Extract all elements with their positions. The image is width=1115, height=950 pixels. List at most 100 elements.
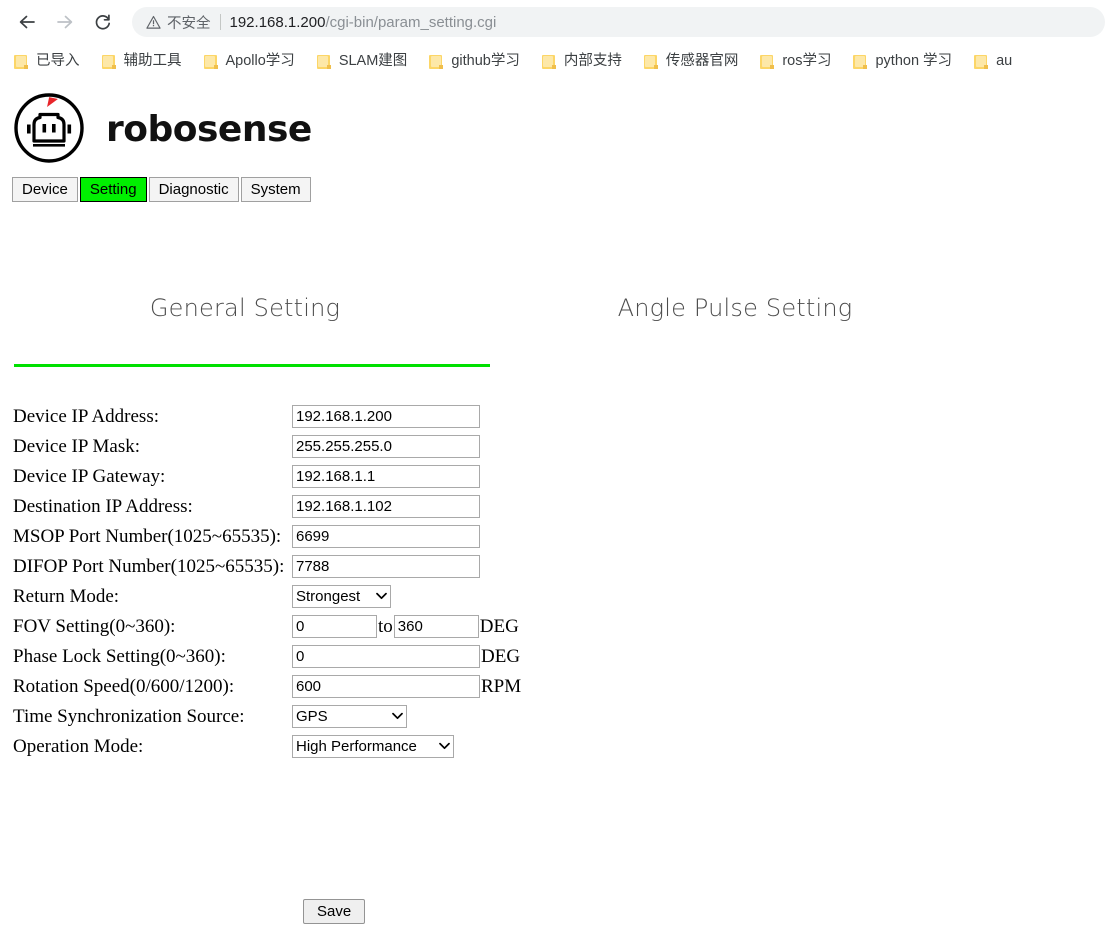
reload-button[interactable] [86,5,120,39]
bookmark-label: 辅助工具 [123,53,182,70]
device-gateway-input[interactable] [292,464,480,488]
time-sync-label: Time Synchronization Source: [13,705,245,727]
operation-mode-value: High Performance [296,737,417,755]
bookmark-item[interactable]: 内部支持 [541,49,630,75]
phase-lock-unit-label: DEG [481,645,521,667]
rotation-speed-unit-label: RPM [481,675,522,697]
bookmark-item[interactable]: 辅助工具 [101,49,190,75]
warning-triangle-icon [146,15,161,30]
bookmark-label: 内部支持 [563,53,622,70]
bookmark-label: SLAM建图 [338,53,408,70]
device-gateway-label: Device IP Gateway: [13,465,166,487]
difop-port-input[interactable] [292,554,480,578]
chevron-down-icon [392,712,403,720]
phase-lock-label: Phase Lock Setting(0~360): [13,645,226,667]
time-sync-select[interactable]: GPS [292,704,407,728]
bookmark-item[interactable]: 传感器官网 [643,49,747,75]
rotation-speed-input[interactable] [292,674,480,698]
omnibox-divider [219,14,221,30]
folder-icon [316,54,332,69]
url-path: /cgi-bin/param_setting.cgi [325,13,497,31]
tab-setting[interactable]: Setting [79,177,147,202]
bookmark-item[interactable]: SLAM建图 [316,49,416,75]
folder-icon [974,54,989,69]
form-row-phase-lock: Phase Lock Setting(0~360): DEG [0,641,1115,671]
bookmark-label: 已导入 [36,53,80,70]
tab-device[interactable]: Device [12,177,78,202]
forward-button[interactable] [48,5,82,39]
form-row-msop-port: MSOP Port Number(1025~65535): [0,521,1115,551]
device-mask-input[interactable] [292,434,480,458]
bookmark-label: 传感器官网 [665,53,739,70]
section-active-underline [14,364,490,367]
form-row-device-gateway: Device IP Gateway: [0,461,1115,491]
form-row-return-mode: Return Mode: Strongest [0,581,1115,611]
fov-label: FOV Setting(0~360): [13,615,176,637]
form-row-operation-mode: Operation Mode: High Performance [0,731,1115,761]
form-row-destination-ip: Destination IP Address: [0,491,1115,521]
form-row-fov: FOV Setting(0~360): to DEG [0,611,1115,641]
operation-mode-label: Operation Mode: [13,735,144,757]
fov-to-label: to [378,615,393,637]
return-mode-select[interactable]: Strongest [292,584,391,608]
browser-toolbar: 不安全 192.168.1.200/cgi-bin/param_setting.… [0,0,1115,44]
security-status-label: 不安全 [167,15,211,32]
folder-icon [101,54,117,69]
tab-system[interactable]: System [240,177,311,202]
fov-start-input[interactable] [292,614,377,638]
page-content: robosense Device Setting Diagnostic Syst… [0,79,1115,949]
form-row-difop-port: DIFOP Port Number(1025~65535): [0,551,1115,581]
forward-arrow-icon [55,12,75,32]
address-bar[interactable]: 不安全 192.168.1.200/cgi-bin/param_setting.… [132,7,1105,37]
bookmark-item-truncated[interactable]: au [974,49,1020,75]
main-nav-tabs: Device Setting Diagnostic System [12,177,313,202]
return-mode-value: Strongest [296,587,361,605]
destination-ip-label: Destination IP Address: [13,495,193,517]
back-arrow-icon [17,12,37,32]
bookmark-item[interactable]: 已导入 [14,49,88,75]
folder-icon [853,54,868,69]
bookmark-label: ros学习 [782,53,832,70]
form-row-time-sync: Time Synchronization Source: GPS [0,701,1115,731]
bookmark-label: python 学习 [875,53,953,70]
bookmarks-bar: 已导入 辅助工具 Apollo学习 SLAM建图 github学习 内部支持 传… [0,44,1115,79]
operation-mode-select[interactable]: High Performance [292,734,454,758]
bookmark-item[interactable]: github学习 [429,49,528,75]
form-row-rotation-speed: Rotation Speed(0/600/1200): RPM [0,671,1115,701]
folder-icon [643,54,659,69]
url-host: 192.168.1.200 [229,13,326,31]
difop-port-label: DIFOP Port Number(1025~65535): [13,555,285,577]
bookmark-label: github学习 [451,53,520,70]
bookmark-item[interactable]: ros学习 [760,49,839,75]
fov-unit-label: DEG [479,615,519,637]
bookmark-item[interactable]: Apollo学习 [203,49,303,75]
section-tab-general-setting[interactable]: General Setting [0,294,490,322]
url-text: 192.168.1.200/cgi-bin/param_setting.cgi [230,14,497,31]
bookmark-item[interactable]: python 学习 [853,49,960,75]
folder-icon [541,54,557,69]
phase-lock-input[interactable] [292,644,480,668]
device-mask-label: Device IP Mask: [13,435,140,457]
folder-icon [760,54,775,69]
chevron-down-icon [376,592,387,600]
device-ip-input[interactable] [292,404,480,428]
tab-diagnostic[interactable]: Diagnostic [148,177,239,202]
fov-end-input[interactable] [393,614,479,638]
destination-ip-input[interactable] [292,494,480,518]
rotation-speed-label: Rotation Speed(0/600/1200): [13,675,235,697]
folder-icon [203,54,219,69]
bookmark-label: Apollo学习 [225,53,295,70]
back-button[interactable] [10,5,44,39]
msop-port-label: MSOP Port Number(1025~65535): [13,525,282,547]
section-tabs: General Setting Angle Pulse Setting [0,294,980,322]
brand-wordmark: robosense [106,109,312,150]
bookmark-label: au [996,53,1013,70]
reload-icon [93,12,113,32]
save-button[interactable]: Save [303,899,366,924]
msop-port-input[interactable] [292,524,480,548]
section-tab-angle-pulse-setting[interactable]: Angle Pulse Setting [490,294,980,322]
form-row-device-mask: Device IP Mask: [0,431,1115,461]
form-row-device-ip: Device IP Address: [0,401,1115,431]
browser-chrome: 不安全 192.168.1.200/cgi-bin/param_setting.… [0,0,1115,79]
general-setting-form: Device IP Address: Device IP Mask: Devic… [0,401,1115,924]
